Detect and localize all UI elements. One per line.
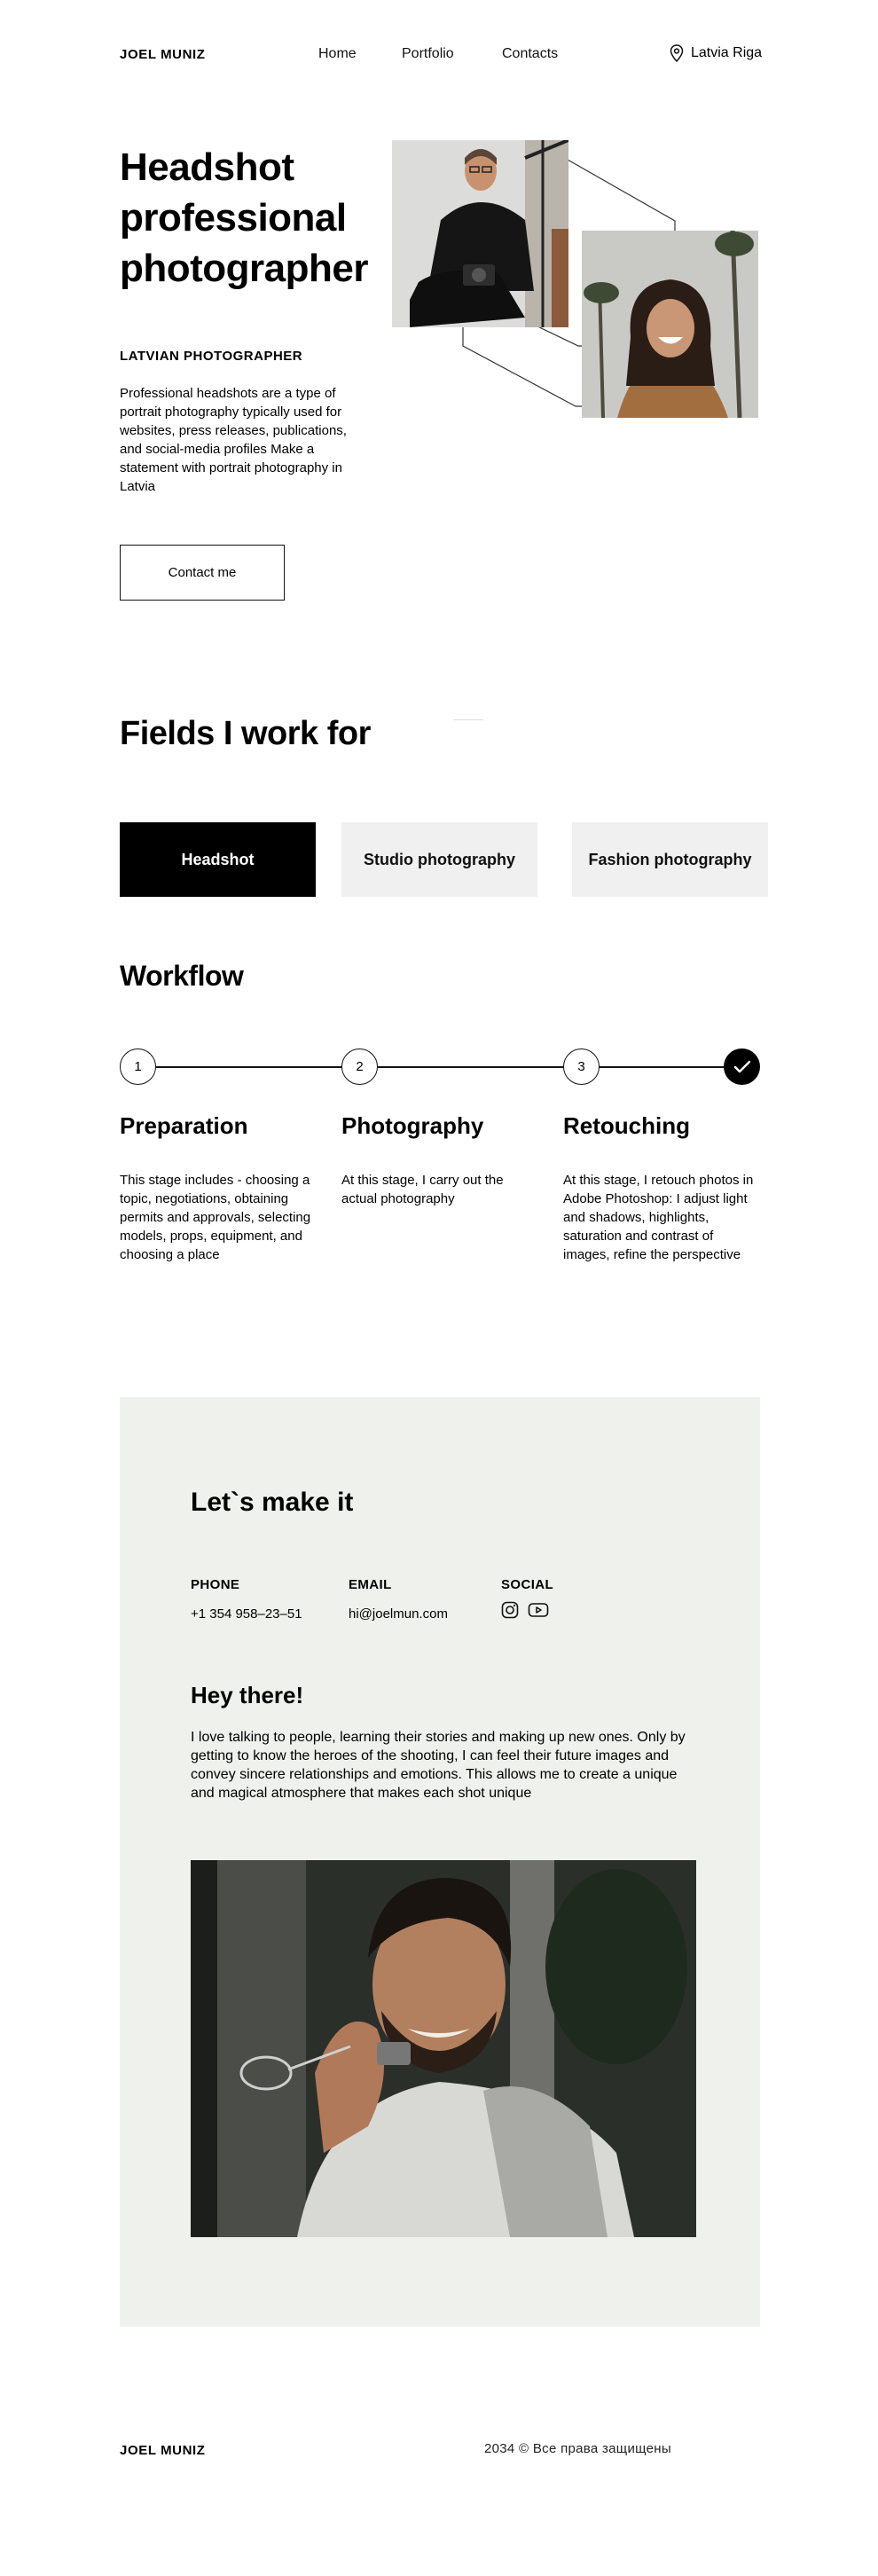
portrait-photo — [191, 1860, 696, 2237]
email-label: EMAIL — [349, 1577, 392, 1592]
step-title-preparation: Preparation — [120, 1112, 248, 1139]
footer-logo[interactable]: JOEL MUNIZ — [120, 2443, 206, 2458]
phone-label: PHONE — [191, 1577, 240, 1592]
workflow-title: Workflow — [120, 960, 244, 992]
checkmark-icon — [733, 1060, 750, 1072]
social-links — [501, 1601, 549, 1619]
field-card-headshot[interactable]: Headshot — [120, 822, 316, 897]
instagram-icon[interactable] — [501, 1601, 519, 1619]
youtube-icon[interactable] — [528, 1601, 549, 1619]
hey-text: I love talking to people, learning their… — [191, 1730, 686, 1801]
step-number-3: 3 — [563, 1048, 600, 1085]
location-pin-icon — [670, 44, 684, 62]
contact-me-button[interactable]: Contact me — [120, 545, 285, 601]
step-number-1: 1 — [120, 1048, 156, 1085]
step-complete — [724, 1048, 760, 1085]
nav-home[interactable]: Home — [318, 46, 357, 62]
location: Latvia Riga — [670, 44, 762, 62]
field-card-fashion[interactable]: Fashion photography — [572, 822, 768, 897]
hey-title: Hey there! — [191, 1682, 304, 1708]
location-label: Latvia Riga — [691, 45, 763, 60]
step-connector — [156, 1066, 341, 1068]
step-desc-photography: At this stage, I carry out the actual ph… — [341, 1173, 504, 1206]
step-number-2: 2 — [341, 1048, 378, 1085]
step-title-photography: Photography — [341, 1112, 484, 1139]
hero-description: Professional headshots are a type of por… — [120, 386, 347, 494]
step-connector — [378, 1066, 563, 1068]
nav-contacts[interactable]: Contacts — [502, 46, 558, 62]
phone-value[interactable]: +1 354 958–23–51 — [191, 1606, 302, 1622]
field-card-studio[interactable]: Studio photography — [341, 822, 537, 897]
hero-photo-man — [392, 140, 568, 327]
fields-title: Fields I work for — [120, 715, 371, 752]
footer-copyright: 2034 © Все права защищены — [484, 2441, 671, 2456]
step-title-retouching: Retouching — [563, 1112, 690, 1139]
contact-title: Let`s make it — [191, 1488, 354, 1517]
hero-title: Headshot professional photographer — [120, 145, 368, 290]
divider — [454, 719, 483, 720]
nav-portfolio[interactable]: Portfolio — [402, 46, 454, 62]
step-desc-preparation: This stage includes - choosing a topic, … — [120, 1173, 311, 1262]
social-label: SOCIAL — [501, 1577, 554, 1592]
step-desc-retouching: At this stage, I retouch photos in Adobe… — [563, 1173, 754, 1262]
hero-photo-woman — [582, 231, 758, 418]
step-connector — [600, 1066, 724, 1068]
email-value[interactable]: hi@joelmun.com — [349, 1606, 448, 1622]
site-logo[interactable]: JOEL MUNIZ — [120, 47, 206, 62]
hero-subtitle: LATVIAN PHOTOGRAPHER — [120, 349, 303, 364]
